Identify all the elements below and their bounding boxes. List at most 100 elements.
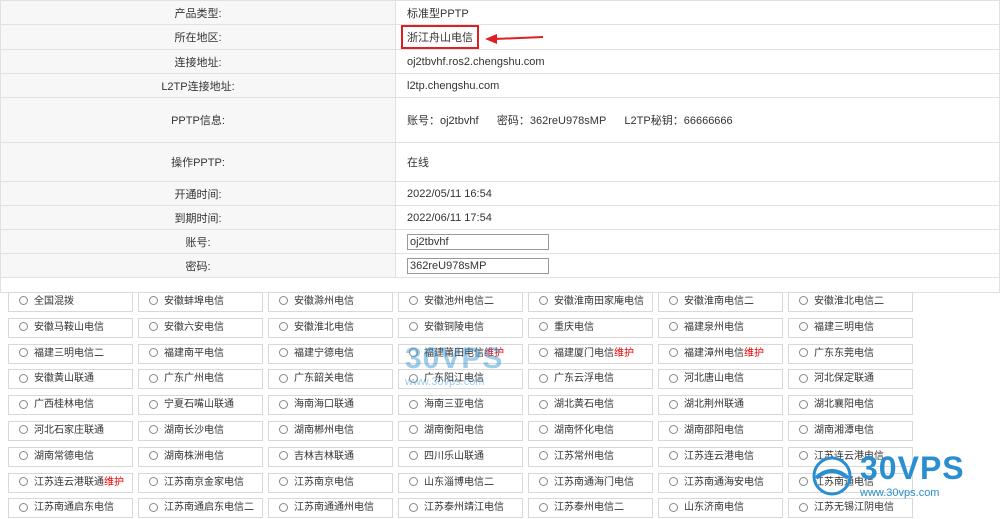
region-option[interactable]: 海南三亚电信: [398, 395, 523, 416]
region-option[interactable]: 重庆电信: [528, 317, 653, 338]
region-option[interactable]: 安徽六安电信: [138, 317, 263, 338]
radio-icon[interactable]: [19, 425, 28, 435]
radio-icon[interactable]: [539, 373, 548, 383]
radio-icon[interactable]: [669, 425, 678, 435]
region-option[interactable]: 湖北襄阳电信: [788, 395, 913, 416]
region-option[interactable]: 江苏南通海门电信: [528, 472, 653, 493]
radio-icon[interactable]: [539, 502, 548, 512]
region-option[interactable]: 福建漳州电信维护: [658, 343, 783, 364]
region-option[interactable]: 福建三明电信: [788, 317, 913, 338]
region-option[interactable]: 山东济南电信: [658, 498, 783, 519]
region-option[interactable]: 广东广州电信: [138, 369, 263, 390]
region-option[interactable]: 江苏常州电信: [528, 446, 653, 467]
radio-icon[interactable]: [669, 347, 678, 357]
radio-icon[interactable]: [19, 451, 28, 461]
radio-icon[interactable]: [669, 502, 678, 512]
radio-icon[interactable]: [409, 296, 418, 306]
region-option[interactable]: 江苏连云港联通维护: [8, 472, 133, 493]
radio-icon[interactable]: [539, 425, 548, 435]
region-option[interactable]: 湖南邵阳电信: [658, 421, 783, 441]
region-option[interactable]: 宁夏石嘴山联通: [138, 395, 263, 416]
region-option[interactable]: 安徽淮南田家庵电信: [528, 292, 653, 312]
region-option[interactable]: 广东云浮电信: [528, 369, 653, 390]
radio-icon[interactable]: [669, 399, 678, 409]
radio-icon[interactable]: [409, 322, 418, 332]
region-option[interactable]: 广西桂林电信: [8, 395, 133, 416]
radio-icon[interactable]: [19, 347, 28, 357]
region-option[interactable]: 安徽淮北电信: [268, 317, 393, 338]
radio-icon[interactable]: [669, 322, 678, 332]
radio-icon[interactable]: [409, 399, 418, 409]
region-option[interactable]: 安徽滁州电信: [268, 292, 393, 312]
region-option[interactable]: 江苏南通通州电信: [268, 498, 393, 519]
radio-icon[interactable]: [539, 399, 548, 409]
region-option[interactable]: 江苏连云港电信: [658, 446, 783, 467]
region-option[interactable]: 安徽淮北电信二: [788, 292, 913, 312]
region-option[interactable]: 山东淄博电信二: [398, 472, 523, 493]
radio-icon[interactable]: [19, 502, 28, 512]
region-option[interactable]: 江苏南京电信: [268, 472, 393, 493]
region-option[interactable]: 江苏南通海安电信: [658, 472, 783, 493]
radio-icon[interactable]: [279, 347, 288, 357]
radio-icon[interactable]: [799, 399, 808, 409]
region-option[interactable]: 福建厦门电信维护: [528, 343, 653, 364]
password-field[interactable]: 362reU978sMP: [407, 257, 549, 274]
radio-icon[interactable]: [279, 296, 288, 306]
region-option[interactable]: 江苏南京金家电信: [138, 472, 263, 493]
region-option[interactable]: 安徽马鞍山电信: [8, 317, 133, 338]
radio-icon[interactable]: [799, 322, 808, 332]
region-option[interactable]: 湖南株洲电信: [138, 446, 263, 467]
radio-icon[interactable]: [409, 425, 418, 435]
radio-icon[interactable]: [149, 476, 158, 486]
radio-icon[interactable]: [149, 347, 158, 357]
radio-icon[interactable]: [279, 451, 288, 461]
radio-icon[interactable]: [409, 502, 418, 512]
radio-icon[interactable]: [149, 502, 158, 512]
region-option[interactable]: 湖北荆州联通: [658, 395, 783, 416]
region-option[interactable]: 安徽淮南电信二: [658, 292, 783, 312]
radio-icon[interactable]: [799, 425, 808, 435]
region-option[interactable]: 湖南郴州电信: [268, 421, 393, 441]
radio-icon[interactable]: [539, 347, 548, 357]
radio-icon[interactable]: [409, 451, 418, 461]
radio-icon[interactable]: [149, 373, 158, 383]
region-option[interactable]: 河北石家庄联通: [8, 421, 133, 441]
radio-icon[interactable]: [799, 502, 808, 512]
radio-icon[interactable]: [149, 399, 158, 409]
radio-icon[interactable]: [279, 373, 288, 383]
region-option[interactable]: 湖南长沙电信: [138, 421, 263, 441]
radio-icon[interactable]: [279, 399, 288, 409]
radio-icon[interactable]: [409, 476, 418, 486]
radio-icon[interactable]: [799, 347, 808, 357]
radio-icon[interactable]: [539, 476, 548, 486]
radio-icon[interactable]: [149, 451, 158, 461]
region-option[interactable]: 湖北黄石电信: [528, 395, 653, 416]
radio-icon[interactable]: [669, 296, 678, 306]
region-option[interactable]: 湖南湘潭电信: [788, 421, 913, 441]
region-option[interactable]: 湖南衡阳电信: [398, 421, 523, 441]
region-option[interactable]: 福建泉州电信: [658, 317, 783, 338]
region-option[interactable]: 安徽池州电信二: [398, 292, 523, 312]
radio-icon[interactable]: [799, 451, 808, 461]
radio-icon[interactable]: [19, 399, 28, 409]
radio-icon[interactable]: [279, 322, 288, 332]
region-option[interactable]: 江苏泰州靖江电信: [398, 498, 523, 519]
radio-icon[interactable]: [279, 502, 288, 512]
radio-icon[interactable]: [669, 451, 678, 461]
region-option[interactable]: 福建南平电信: [138, 343, 263, 364]
region-option[interactable]: 河北唐山电信: [658, 369, 783, 390]
region-option[interactable]: 江苏南通启东电信: [8, 498, 133, 519]
radio-icon[interactable]: [279, 425, 288, 435]
region-option[interactable]: 广东韶关电信: [268, 369, 393, 390]
region-option[interactable]: 安徽黄山联通: [8, 369, 133, 390]
region-option[interactable]: 福建宁德电信: [268, 343, 393, 364]
region-option[interactable]: 安徽蚌埠电信: [138, 292, 263, 312]
radio-icon[interactable]: [19, 373, 28, 383]
region-option[interactable]: 吉林吉林联通: [268, 446, 393, 467]
radio-icon[interactable]: [669, 476, 678, 486]
region-option[interactable]: 福建三明电信二: [8, 343, 133, 364]
region-option[interactable]: 海南海口联通: [268, 395, 393, 416]
radio-icon[interactable]: [539, 451, 548, 461]
radio-icon[interactable]: [19, 296, 28, 306]
radio-icon[interactable]: [19, 476, 28, 486]
